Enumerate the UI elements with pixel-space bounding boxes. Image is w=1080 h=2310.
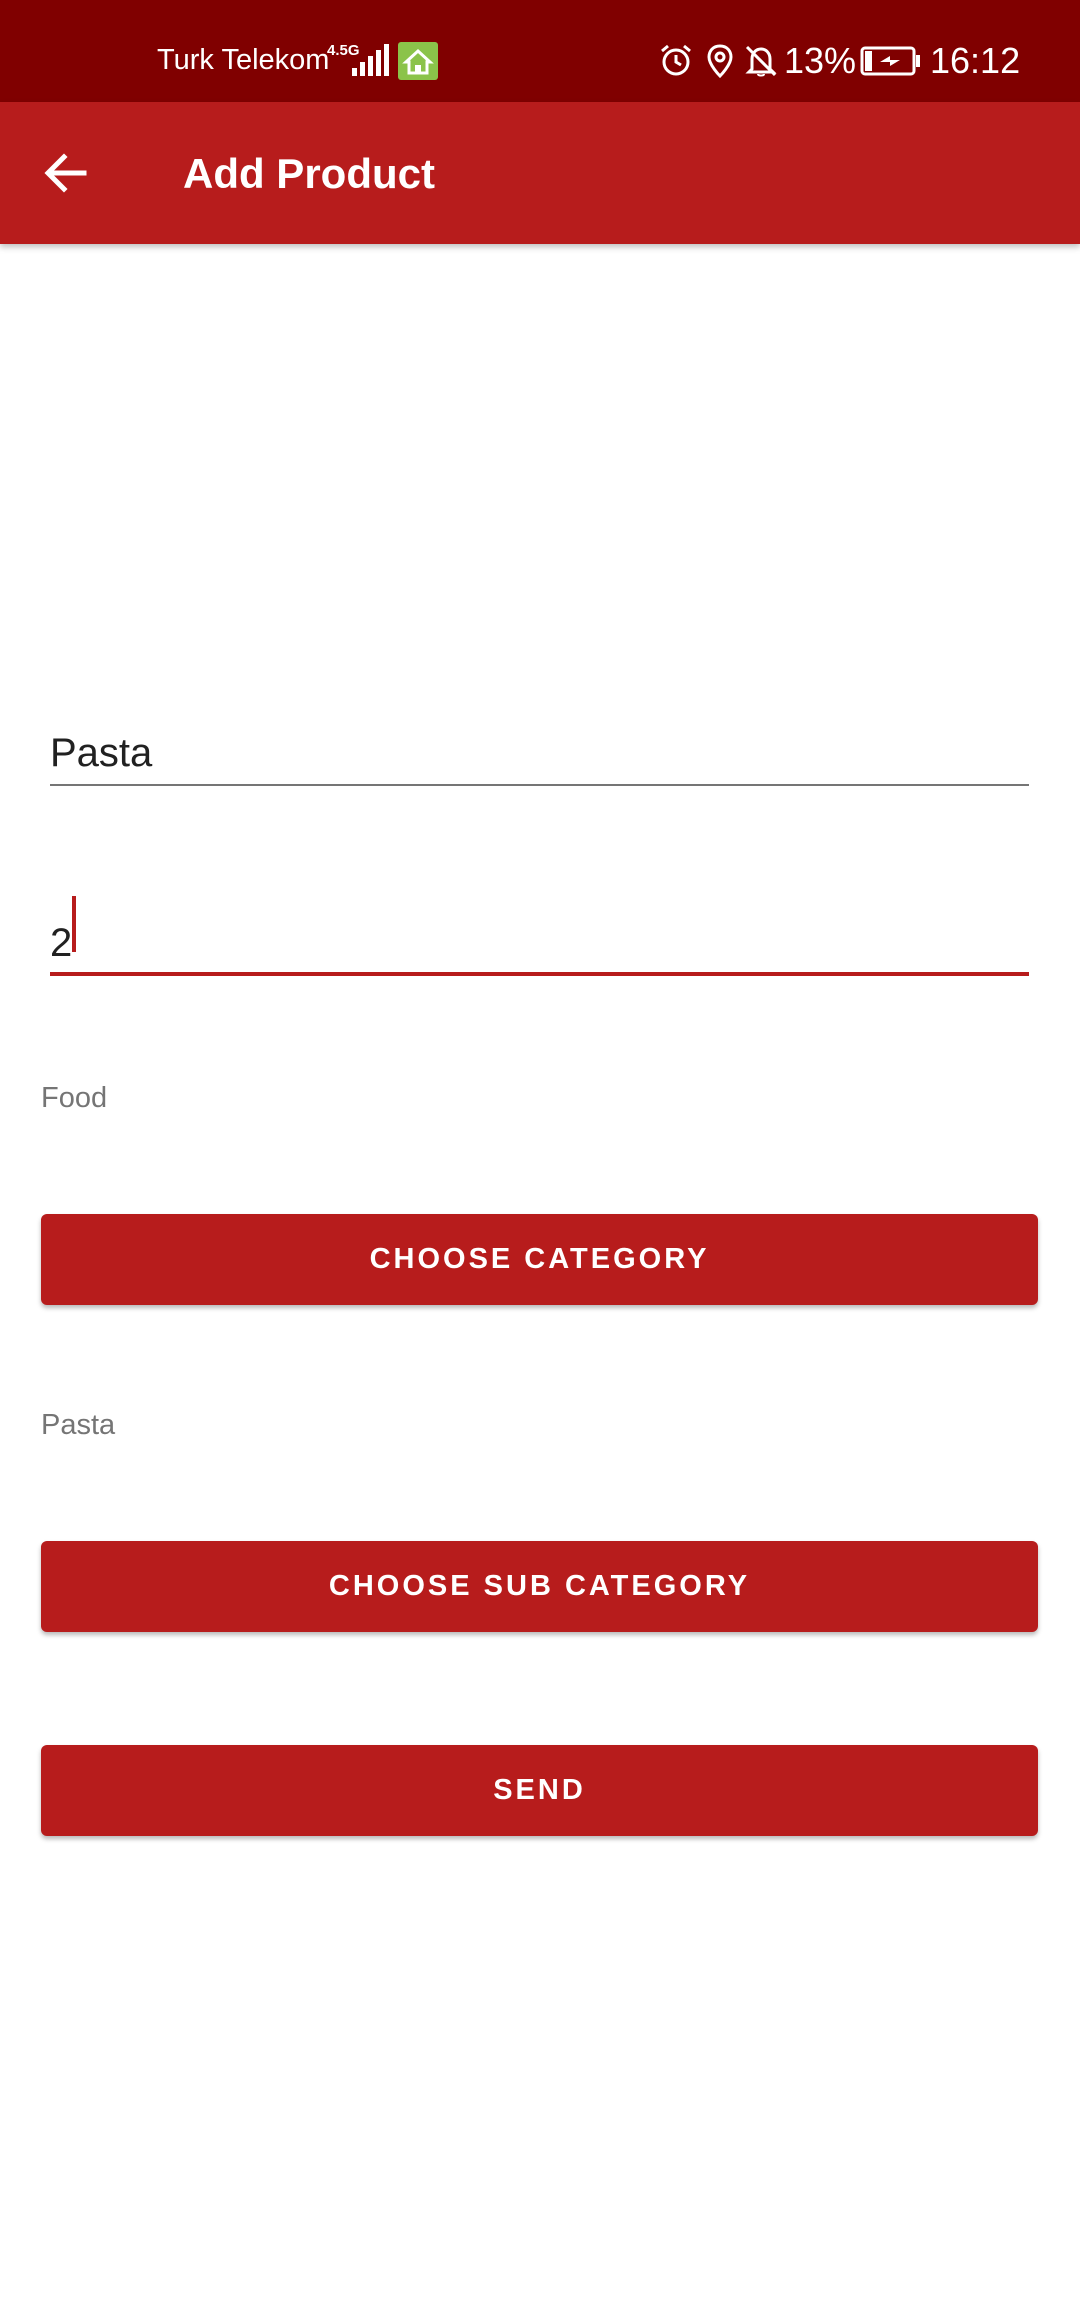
send-button[interactable]: SEND [41,1745,1038,1836]
signal-icon [352,44,389,76]
product-name-input[interactable] [50,696,1029,786]
arrow-back-icon[interactable] [38,145,94,201]
selected-category-label: Food [41,1082,108,1114]
alarm-icon [661,44,691,76]
app-bar: Add Product [0,102,1080,244]
carrier-name: Turk Telekom [157,44,330,76]
battery-percent: 13% [784,40,857,81]
clock-time: 16:12 [930,40,1021,81]
price-underline [50,972,1029,976]
notifications-off-icon [745,45,777,77]
selected-subcategory-label: Pasta [41,1409,116,1441]
wifi-home-icon [398,42,438,80]
product-name-field[interactable] [50,696,1029,786]
choose-subcategory-button[interactable]: CHOOSE SUB CATEGORY [41,1541,1038,1632]
product-name-underline [50,784,1029,786]
choose-category-button[interactable]: CHOOSE CATEGORY [41,1214,1038,1305]
page-title: Add Product [183,150,435,197]
status-bar: Turk Telekom 4.5G 13% 16:12 [0,0,1080,102]
location-icon [707,44,733,78]
price-field[interactable] [50,886,1029,976]
text-cursor [72,896,76,952]
price-input[interactable] [50,886,1029,976]
battery-charging-icon [860,46,920,76]
